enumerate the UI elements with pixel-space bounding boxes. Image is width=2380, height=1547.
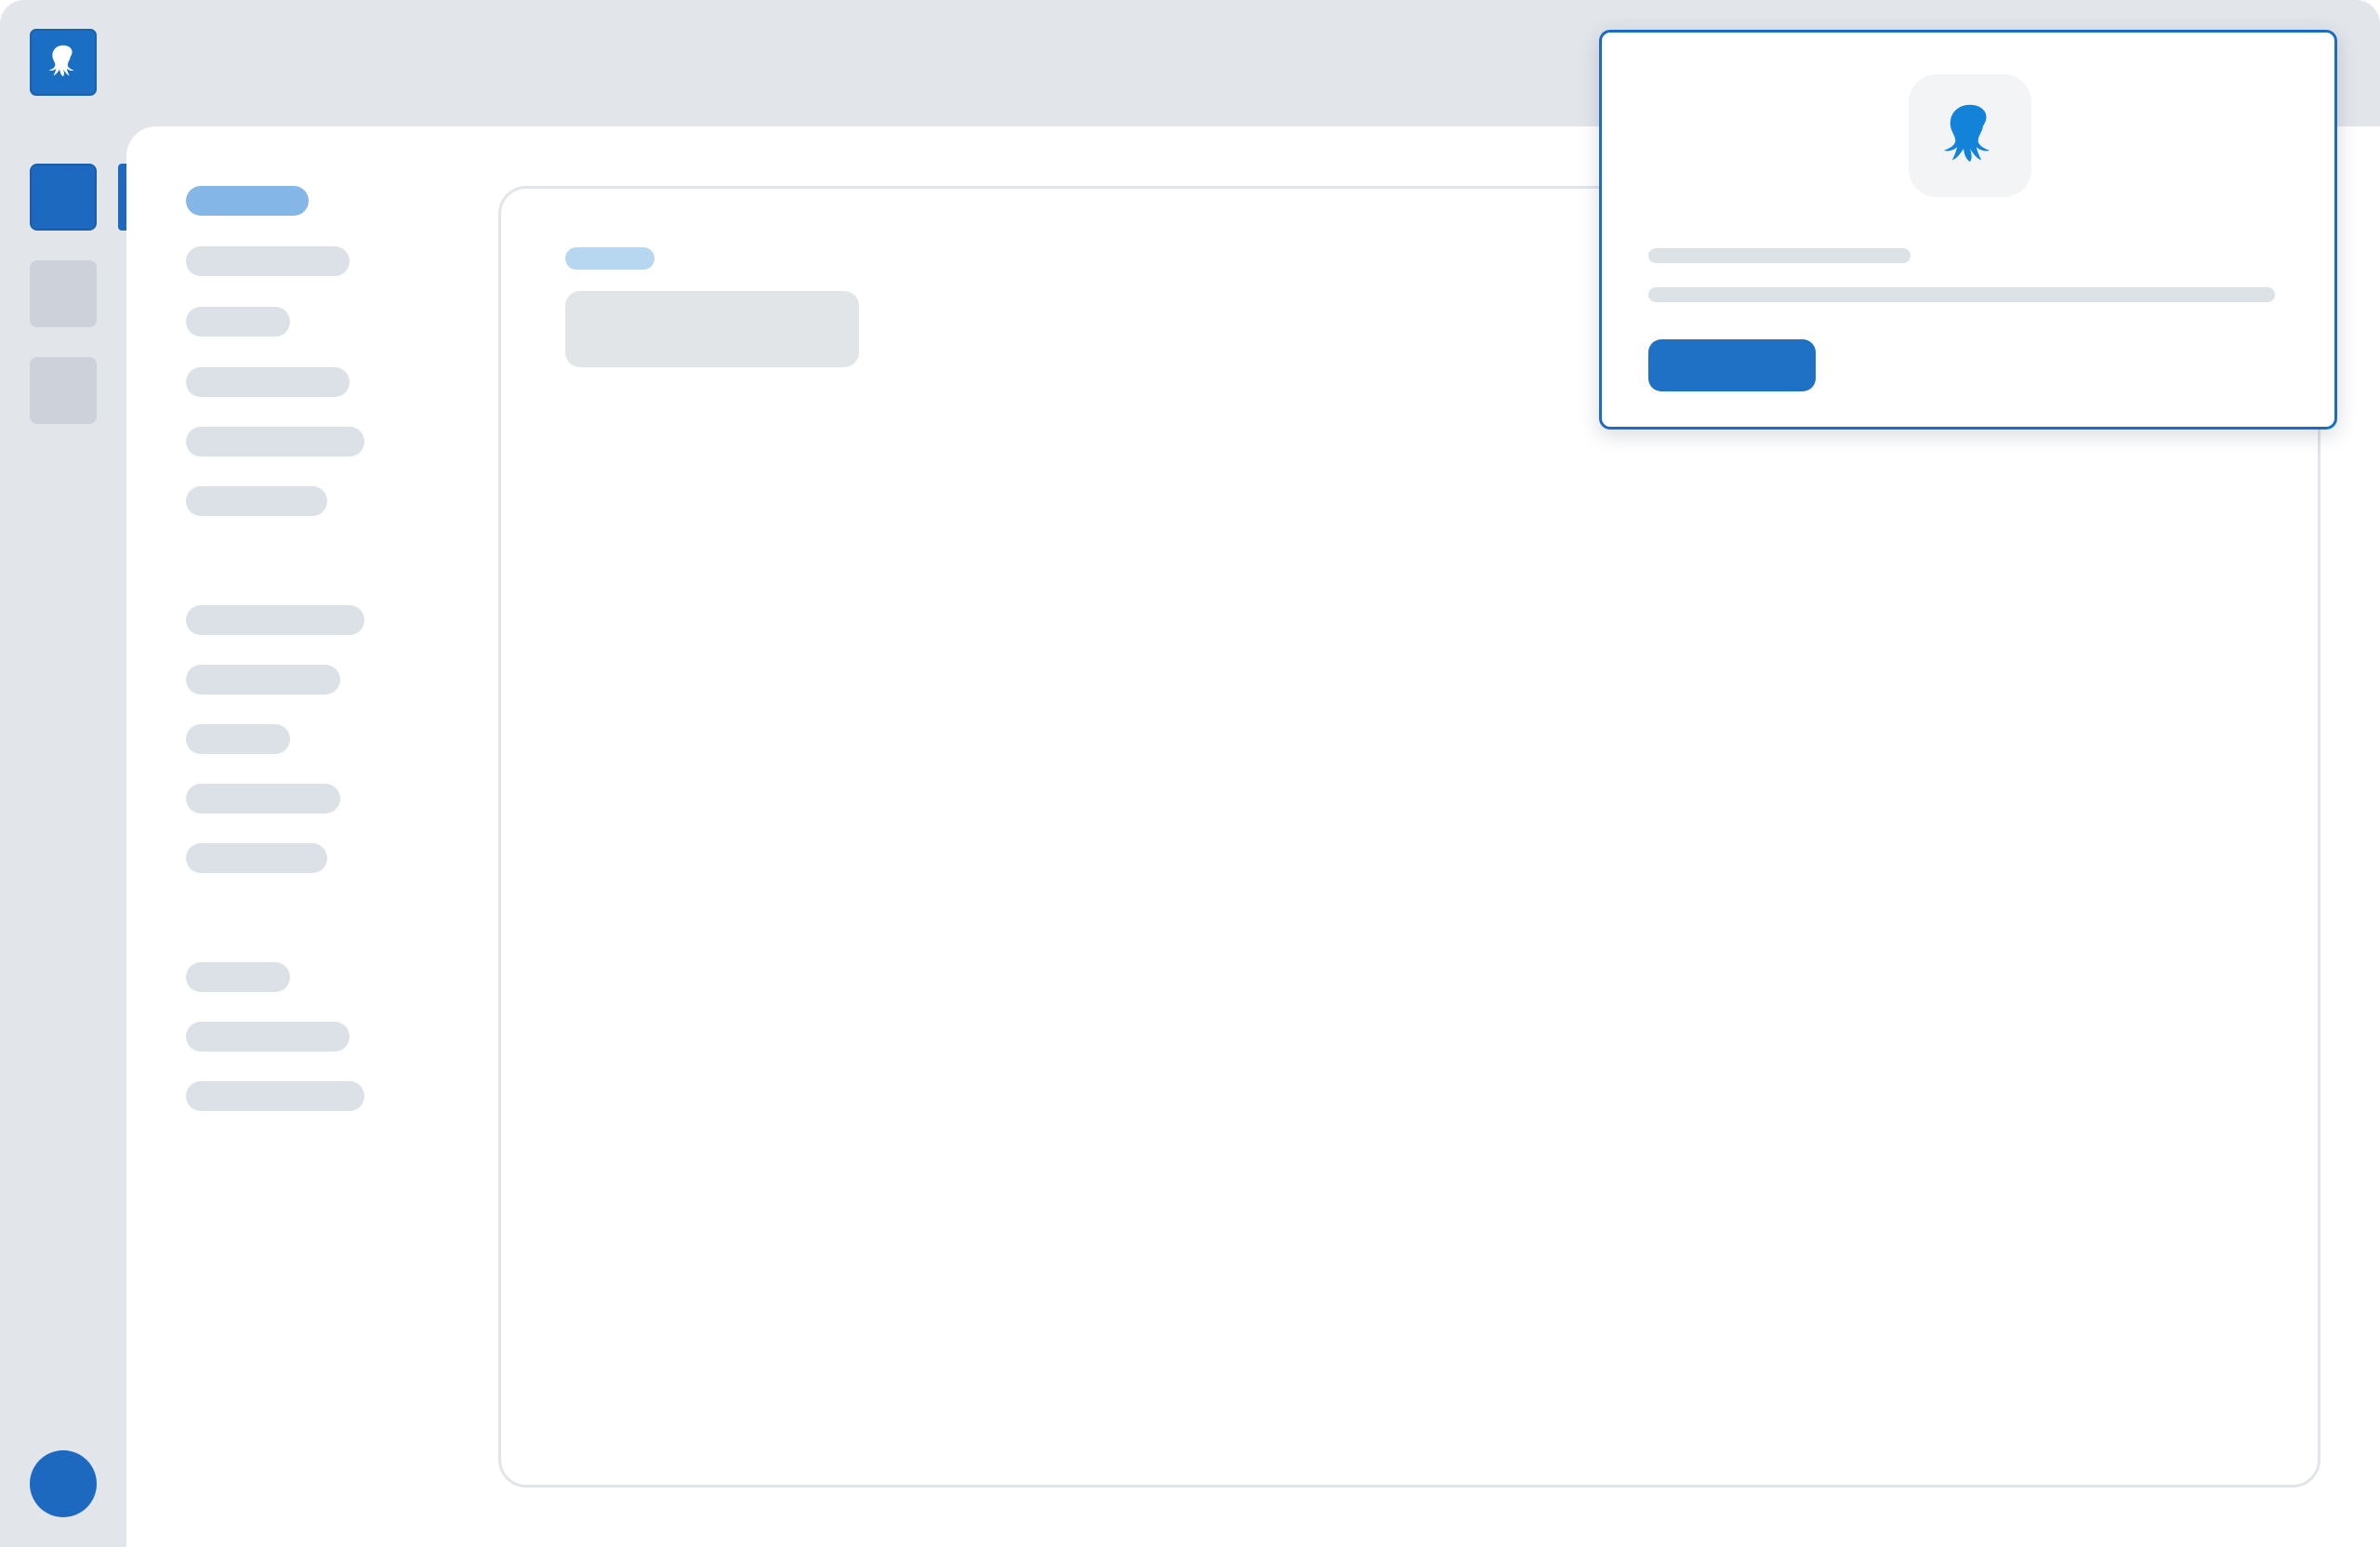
rail-item-3[interactable] [30,357,97,424]
app-logo-button[interactable] [30,29,97,96]
octopus-icon [48,45,74,77]
sidebar-item[interactable] [186,367,350,397]
popup-title [1648,248,1911,263]
sidebar-item[interactable] [186,784,340,813]
popup-body [1648,287,2275,302]
sidebar-item[interactable] [186,962,290,992]
popup-logo [1909,74,2031,197]
sidebar-item-active[interactable] [186,186,309,216]
sidebar-item[interactable] [186,665,340,694]
sidebar-item[interactable] [186,427,364,456]
octopus-icon [1944,104,1990,162]
sidebar-item[interactable] [186,1081,364,1111]
welcome-popup [1599,30,2337,430]
sidebar-item[interactable] [186,1022,350,1051]
popup-action-button[interactable] [1648,339,1816,391]
app-window [0,0,2380,1547]
page-title [565,291,859,367]
sidebar-item[interactable] [186,307,290,337]
sidebar-item[interactable] [186,843,327,873]
rail-item-2[interactable] [30,260,97,327]
sidebar-item[interactable] [186,724,290,754]
user-avatar[interactable] [30,1450,97,1517]
sidebar-item[interactable] [186,605,364,635]
breadcrumb[interactable] [565,247,654,270]
rail-item-active[interactable] [30,164,97,231]
sidebar-item[interactable] [186,486,327,516]
sidebar-item[interactable] [186,246,350,276]
